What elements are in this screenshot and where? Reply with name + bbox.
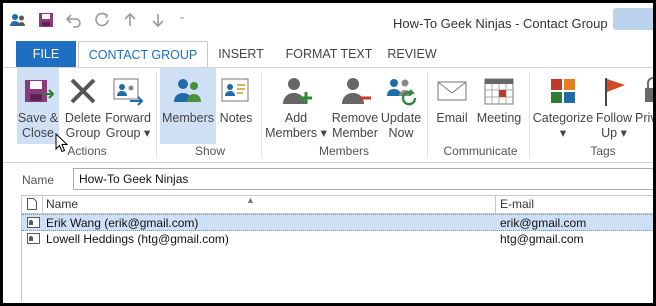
save-icon[interactable] [37,11,55,29]
add-members-button[interactable]: Add Members ▾ [265,68,327,144]
meeting-calendar-icon [482,74,516,108]
email-icon [435,74,469,108]
categorize-label-2: ▾ [559,126,567,140]
notes-button[interactable]: Notes [217,68,255,144]
group-actions-label: Actions [67,144,107,158]
name-row: Name How-To Geek Ninjas [17,167,653,193]
tab-review[interactable]: REVIEW [387,41,437,68]
forward-group-icon [111,74,145,108]
private-button[interactable]: Priv [635,68,653,144]
delete-group-label-1: Delete [64,111,102,125]
save-close-button[interactable]: Save & Close [17,68,59,144]
notes-label: Notes [219,111,253,125]
categorize-label-1: Categorize [532,111,594,125]
notes-icon [219,74,253,108]
update-now-label-1: Update [380,111,422,125]
members-view-button[interactable]: Members [160,68,216,144]
meeting-label: Meeting [476,111,522,125]
list-item[interactable]: Lowell Heddings (htg@gmail.com) htg@gmai… [22,231,653,248]
mouse-pointer-icon [55,132,69,158]
name-label: Name [22,173,55,187]
members-list: Name ▲ E-mail Erik Wang (erik@gmail.com)… [21,195,653,303]
remove-member-label-1: Remove [331,111,379,125]
delete-group-button[interactable]: Delete Group [62,68,104,144]
categorize-icon [546,74,580,108]
contacts-app-icon[interactable] [9,11,27,29]
redo-icon[interactable] [93,11,111,29]
group-communicate-label: Communicate [443,144,518,158]
tab-file[interactable]: FILE [16,41,76,68]
forward-group-label-1: Forward [105,111,151,125]
previous-item-icon[interactable] [121,11,139,29]
tab-contact-group[interactable]: CONTACT GROUP [78,41,208,69]
group-tags-label: Tags [590,144,616,158]
column-divider [495,196,496,213]
members-view-icon [171,74,205,108]
save-close-label-2: Close [22,126,54,140]
private-label: Priv [635,111,653,125]
categorize-button[interactable]: Categorize ▾ [533,68,593,144]
column-header-email[interactable]: E-mail [500,197,534,211]
lock-icon [635,74,653,108]
save-close-icon [21,74,55,108]
add-members-label-1: Add [284,111,308,125]
forward-group-button[interactable]: Forward Group ▾ [104,68,152,144]
tab-format-text[interactable]: FORMAT TEXT [279,41,379,68]
contact-group-window: ⁼ How-To Geek Ninjas - Contact Group FIL… [3,3,653,303]
meeting-button[interactable]: Meeting [473,68,525,144]
next-item-icon[interactable] [149,11,167,29]
members-view-label: Members [161,111,215,125]
add-member-icon [279,74,313,108]
group-members-label: Members [318,144,369,158]
ribbon: Save & Close Delete Group Forward Group … [3,67,653,163]
list-header: Name ▲ E-mail [22,195,653,214]
add-members-label-2: Members ▾ [265,126,327,140]
column-header-name[interactable]: Name [46,197,78,211]
contact-card-icon [27,217,40,228]
ribbon-divider [261,72,262,158]
follow-up-label-1: Follow [595,111,633,125]
email-label: Email [436,111,468,125]
list-item[interactable]: Erik Wang (erik@gmail.com) erik@gmail.co… [22,214,653,231]
remove-member-icon [338,74,372,108]
update-now-label-2: Now [388,126,414,140]
update-now-icon [384,74,418,108]
undo-icon[interactable] [65,11,83,29]
ribbon-divider [156,72,157,158]
window-control-button[interactable] [613,8,653,30]
ribbon-divider [529,72,530,158]
quick-access-toolbar: ⁼ [9,11,187,29]
save-close-label-1: Save & [17,111,59,125]
follow-up-label-2: Up ▾ [601,126,627,140]
tab-insert[interactable]: INSERT [213,41,269,68]
delete-group-label-2: Group [65,126,101,140]
forward-group-label-2: Group ▾ [105,126,151,140]
document-icon[interactable] [27,198,37,210]
sort-ascending-icon: ▲ [246,195,255,205]
delete-x-icon [66,74,100,108]
title-bar: ⁼ How-To Geek Ninjas - Contact Group [3,3,653,41]
column-divider [42,196,43,213]
group-name-input[interactable]: How-To Geek Ninjas [73,168,653,190]
group-show-label: Show [194,144,226,158]
email-button[interactable]: Email [433,68,471,144]
ribbon-tabs: FILE CONTACT GROUP INSERT FORMAT TEXT RE… [3,41,653,69]
member-email: htg@gmail.com [500,232,584,246]
flag-icon [597,74,631,108]
member-email: erik@gmail.com [500,216,587,230]
member-name: Lowell Heddings (htg@gmail.com) [46,232,229,246]
remove-member-label-2: Member [332,126,378,140]
member-name: Erik Wang (erik@gmail.com) [46,216,199,230]
remove-member-button[interactable]: Remove Member [331,68,379,144]
ribbon-divider [427,72,428,158]
contact-card-icon [27,233,40,244]
customize-toolbar-dropdown[interactable]: ⁼ [177,11,187,29]
follow-up-button[interactable]: Follow Up ▾ [595,68,633,144]
window-title: How-To Geek Ninjas - Contact Group [393,16,608,31]
update-now-button[interactable]: Update Now [379,68,423,144]
